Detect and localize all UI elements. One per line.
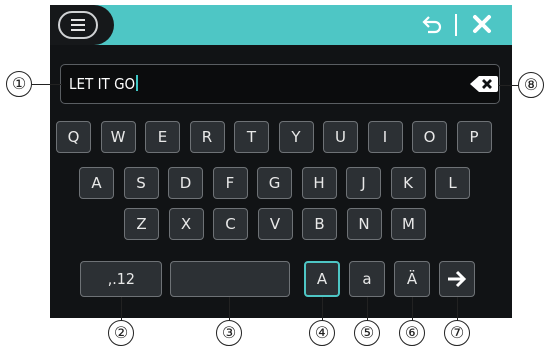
header-bar bbox=[50, 5, 512, 45]
callout-7: ⑦ bbox=[444, 320, 470, 346]
callout-6-line bbox=[412, 297, 413, 321]
key-c[interactable]: C bbox=[213, 208, 248, 240]
key-l[interactable]: L bbox=[435, 167, 470, 199]
undo-arrow-icon[interactable] bbox=[422, 16, 442, 34]
text-cursor bbox=[136, 75, 139, 91]
key-o[interactable]: O bbox=[412, 121, 447, 153]
hamburger-menu-icon[interactable] bbox=[58, 11, 98, 39]
key-v[interactable]: V bbox=[257, 208, 293, 240]
callout-1-line bbox=[32, 84, 62, 85]
space-key[interactable] bbox=[170, 261, 290, 297]
callout-8-line bbox=[498, 85, 518, 86]
callout-6: ⑥ bbox=[399, 320, 425, 346]
key-q[interactable]: Q bbox=[56, 121, 91, 153]
callout-2-line bbox=[121, 297, 122, 321]
key-n[interactable]: N bbox=[346, 208, 382, 240]
key-d[interactable]: D bbox=[168, 167, 203, 199]
key-g[interactable]: G bbox=[257, 167, 292, 199]
callout-2: ② bbox=[108, 320, 134, 346]
key-m[interactable]: M bbox=[391, 208, 426, 240]
key-i[interactable]: I bbox=[367, 121, 403, 153]
key-x[interactable]: X bbox=[168, 208, 204, 240]
callout-4: ④ bbox=[309, 320, 335, 346]
header-separator bbox=[455, 14, 457, 36]
callout-4-line bbox=[322, 297, 323, 321]
key-r[interactable]: R bbox=[189, 121, 225, 153]
uppercase-key[interactable]: A bbox=[304, 261, 340, 297]
callout-3: ③ bbox=[216, 320, 242, 346]
close-x-icon[interactable] bbox=[472, 14, 492, 34]
key-z[interactable]: Z bbox=[124, 208, 159, 240]
key-w[interactable]: W bbox=[100, 121, 136, 153]
key-u[interactable]: U bbox=[323, 121, 358, 153]
symbols-numbers-key[interactable]: ,.12 bbox=[80, 261, 162, 297]
enter-key[interactable] bbox=[439, 261, 475, 297]
key-h[interactable]: H bbox=[301, 167, 337, 199]
key-s[interactable]: S bbox=[123, 167, 159, 199]
input-text: LET IT GO bbox=[69, 75, 139, 93]
callout-5: ⑤ bbox=[354, 320, 380, 346]
key-p[interactable]: P bbox=[456, 121, 492, 153]
accented-characters-key[interactable]: Ä bbox=[394, 261, 430, 297]
key-a[interactable]: A bbox=[79, 167, 114, 199]
key-k[interactable]: K bbox=[390, 167, 426, 199]
callout-7-line bbox=[457, 297, 458, 321]
key-e[interactable]: E bbox=[145, 121, 180, 153]
key-y[interactable]: Y bbox=[278, 121, 314, 153]
callout-8: ⑧ bbox=[518, 72, 544, 98]
callout-3-line bbox=[229, 297, 230, 321]
right-arrow-icon bbox=[448, 270, 467, 288]
key-f[interactable]: F bbox=[212, 167, 248, 199]
text-input-field[interactable]: LET IT GO bbox=[60, 64, 500, 104]
menu-tab bbox=[50, 5, 114, 45]
key-b[interactable]: B bbox=[302, 208, 337, 240]
backspace-icon[interactable] bbox=[469, 75, 499, 93]
key-j[interactable]: J bbox=[346, 167, 381, 199]
lowercase-key[interactable]: a bbox=[349, 261, 385, 297]
callout-5-line bbox=[367, 297, 368, 321]
key-t[interactable]: T bbox=[234, 121, 269, 153]
callout-1: ① bbox=[6, 71, 32, 97]
